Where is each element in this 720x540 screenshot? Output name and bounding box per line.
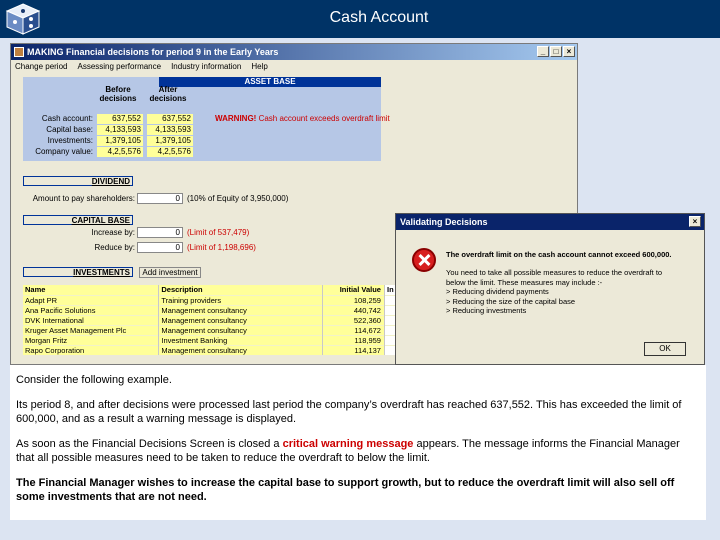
investments-table: Name Description Initial Value In Adapt … [23,285,400,355]
table-row[interactable]: Morgan Fritz Investment Banking 118,959 [23,334,400,345]
investment-initial-value: 440,742 [322,304,385,315]
menu-help[interactable]: Help [251,60,267,73]
maximize-button[interactable]: □ [550,46,562,57]
paragraph-intro: Consider the following example. [16,374,172,386]
investments-before-value: 1,379,105 [97,136,143,146]
capital-base-section-title: CAPITAL BASE [23,215,133,225]
investments-section-title: INVESTMENTS [23,267,133,277]
investment-initial-value: 114,137 [322,344,385,355]
app-icon [14,47,24,57]
asset-base-header: ASSET BASE [159,77,381,87]
table-row[interactable]: Adapt PR Training providers 108,259 [23,294,400,305]
menu-bar: Change period Assessing performance Indu… [11,60,577,73]
investment-initial-value: 522,360 [322,314,385,325]
investment-name: Rapo Corporation [23,344,160,355]
menu-industry-information[interactable]: Industry information [171,60,241,73]
dialog-line: below the limit. These measures may incl… [446,277,603,287]
investment-description: Management consultancy [158,304,324,315]
menu-assessing-performance[interactable]: Assessing performance [77,60,161,73]
critical-warning-highlight: critical warning message [282,438,414,450]
paragraph-manager-plan: The Financial Manager wishes to increase… [16,477,675,503]
capital-before-value: 4,133,593 [97,125,143,135]
ok-button[interactable]: OK [644,342,686,356]
increase-by-input[interactable]: 0 [137,227,183,238]
capital-base-label: Capital base: [46,125,93,134]
investment-name: Adapt PR [23,294,160,305]
investment-description: Management consultancy [158,324,324,335]
overdraft-warning: WARNING! Cash account exceeds overdraft … [215,114,390,123]
dialog-line: > Reducing the size of the capital base [446,296,576,306]
table-row[interactable]: DVK International Management consultancy… [23,314,400,325]
dividend-amount-label: Amount to pay shareholders: [32,194,135,203]
table-row[interactable]: Ana Pacific Solutions Management consult… [23,304,400,315]
before-decisions-header: Before decisions [99,85,137,103]
paragraph-critical-warning: As soon as the Financial Decisions Scree… [16,437,700,465]
warning-label: WARNING! [215,114,257,123]
company-after-value: 4,2,5,576 [147,147,193,157]
dialog-title: Validating Decisions [400,217,488,227]
investment-initial-value: 118,959 [322,334,385,345]
capital-after-value: 4,133,593 [147,125,193,135]
increase-by-label: Increase by: [91,228,135,237]
dividend-amount-input[interactable]: 0 [137,193,183,204]
investment-description: Management consultancy [158,314,324,325]
validating-decisions-dialog: Validating Decisions × The overdraft lim… [395,213,705,365]
p3-before: As soon as the Financial Decisions Scree… [16,438,283,450]
close-button[interactable]: × [563,46,575,57]
dialog-measures: You need to take all possible measures t… [446,268,662,316]
error-icon [412,248,436,272]
reduce-by-label: Reduce by: [94,243,135,252]
table-row[interactable]: Rapo Corporation Management consultancy … [23,344,400,355]
investment-description: Investment Banking [158,334,324,345]
menu-change-period[interactable]: Change period [15,60,67,73]
dialog-line: > Reducing investments [446,306,527,315]
name-column-header[interactable]: Name [23,285,160,295]
dialog-message: The overdraft limit on the cash account … [446,250,672,259]
slide-title: Cash Account [329,9,429,26]
investment-description: Management consultancy [158,344,324,355]
minimize-button[interactable]: _ [537,46,549,57]
investment-name: Ana Pacific Solutions [23,304,160,315]
dialog-titlebar: Validating Decisions × [396,214,704,230]
cash-account-label: Cash account: [41,114,93,123]
dialog-close-button[interactable]: × [689,216,701,227]
cash-before-value: 637,552 [97,114,143,124]
initial-value-column-header[interactable]: Initial Value [322,285,385,295]
description-column-header[interactable]: Description [158,285,324,295]
dialog-line: > Reducing dividend payments [446,287,549,296]
reduce-by-input[interactable]: 0 [137,242,183,253]
company-before-value: 4,2,5,576 [97,147,143,157]
paragraph-situation: Its period 8, and after decisions were p… [16,399,682,425]
dividend-section-title: DIVIDEND [23,176,133,186]
add-investment-button[interactable]: Add investment [139,267,201,278]
investment-name: Morgan Fritz [23,334,160,345]
slide-header: Cash Account [0,0,720,38]
asset-base-panel: ASSET BASE Before decisions After decisi… [23,77,390,161]
investment-description: Training providers [158,294,324,305]
table-row[interactable]: Kruger Asset Management Plc Management c… [23,324,400,335]
dialog-line: You need to take all possible measures t… [446,268,663,277]
warning-message: Cash account exceeds overdraft limit [258,114,390,123]
investment-initial-value: 108,259 [322,294,385,305]
cash-after-value: 637,552 [147,114,193,124]
dividend-note: (10% of Equity of 3,950,000) [187,194,289,203]
increase-limit-note: (Limit of 537,479) [187,228,250,237]
after-decisions-header: After decisions [149,85,187,103]
investment-name: DVK International [23,314,160,325]
table-header-row: Name Description Initial Value In [23,285,400,295]
window-titlebar: MAKING Financial decisions for period 9 … [11,44,577,60]
investments-after-value: 1,379,105 [147,136,193,146]
explanation-text: Consider the following example. Its peri… [10,365,706,520]
company-value-label: Company value: [35,147,93,156]
window-title: MAKING Financial decisions for period 9 … [27,47,279,57]
investment-initial-value: 114,672 [322,324,385,335]
reduce-limit-note: (Limit of 1,198,696) [187,243,256,252]
investments-label: Investments: [47,136,93,145]
investment-name: Kruger Asset Management Plc [23,324,160,335]
